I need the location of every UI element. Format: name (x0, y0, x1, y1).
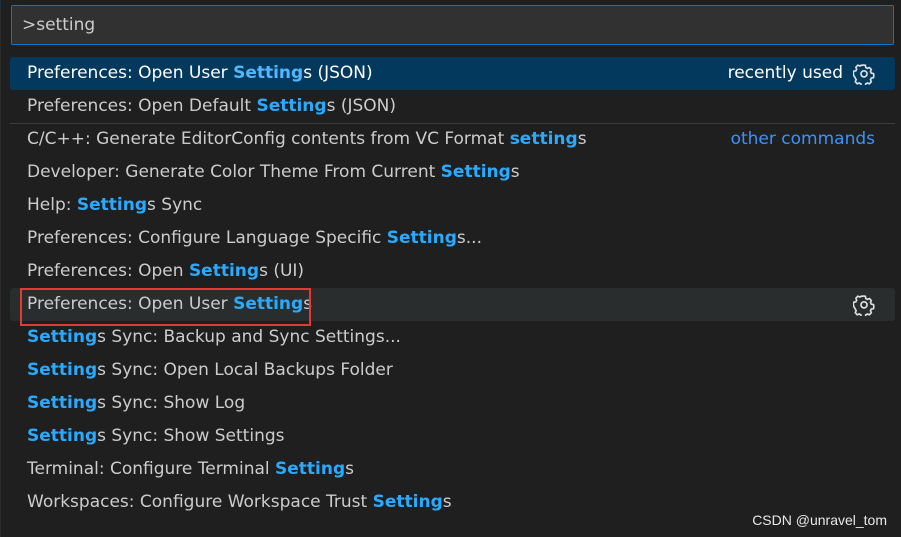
command-item[interactable]: Terminal: Configure Terminal Settings (10, 453, 895, 486)
command-label-match: Setting (233, 294, 304, 314)
command-label-suffix: s (JSON) (326, 96, 397, 116)
command-label-suffix: s Sync: Backup and Sync Settings... (97, 327, 401, 347)
command-label-match: Setting (256, 96, 327, 116)
command-label-suffix: s (442, 492, 452, 512)
command-list: Preferences: Open User Settings (JSON) re… (10, 57, 895, 519)
command-item[interactable]: Settings Sync: Open Local Backups Folder (10, 354, 895, 387)
command-label: Settings Sync: Show Log (27, 393, 245, 413)
command-label-suffix: s (577, 129, 587, 149)
command-label-prefix: Terminal: Configure Terminal (27, 459, 276, 479)
command-item[interactable]: Settings Sync: Show Settings (10, 420, 895, 453)
command-label: Terminal: Configure Terminal Settings (27, 459, 354, 479)
recently-used-label: recently used (727, 63, 843, 83)
gear-icon[interactable] (853, 63, 875, 85)
command-item[interactable]: Help: Settings Sync (10, 189, 895, 222)
command-label-suffix: s Sync: Open Local Backups Folder (97, 360, 393, 380)
command-label: Preferences: Open Default Settings (JSON… (27, 96, 396, 116)
command-item-actions: recently used (728, 57, 875, 90)
command-label-suffix: s Sync (147, 195, 203, 215)
command-label-match: Setting (372, 492, 443, 512)
command-item[interactable]: Preferences: Configure Language Specific… (10, 222, 895, 255)
other-commands-label: other commands (730, 129, 875, 149)
command-item-actions: other commands (731, 123, 875, 156)
command-label-suffix: s (510, 162, 520, 182)
command-label-match: setting (509, 129, 578, 149)
command-label: Developer: Generate Color Theme From Cur… (27, 162, 520, 182)
command-label-prefix: Developer: Generate Color Theme From Cur… (27, 162, 441, 182)
command-label: Preferences: Open Settings (UI) (27, 261, 304, 281)
command-label-prefix: Workspaces: Configure Workspace Trust (27, 492, 373, 512)
command-item[interactable]: Settings Sync: Backup and Sync Settings.… (10, 321, 895, 354)
command-label-match: Setting (275, 459, 346, 479)
command-item[interactable]: Settings Sync: Show Log (10, 387, 895, 420)
command-label: Workspaces: Configure Workspace Trust Se… (27, 492, 452, 512)
command-label-prefix: Preferences: Open Default (27, 96, 257, 116)
command-label-prefix: Preferences: Configure Language Specific (27, 228, 387, 248)
command-label-match: Setting (27, 393, 98, 413)
command-label-suffix: s Sync: Show Log (97, 393, 246, 413)
command-label-prefix: C/C++: Generate EditorConfig contents fr… (27, 129, 510, 149)
command-label-match: Setting (233, 63, 304, 83)
command-label: Settings Sync: Open Local Backups Folder (27, 360, 393, 380)
command-label: Preferences: Configure Language Specific… (27, 228, 482, 248)
command-label: Preferences: Open User Settings (27, 294, 312, 314)
command-search-box[interactable] (11, 5, 894, 45)
command-label: Settings Sync: Backup and Sync Settings.… (27, 327, 401, 347)
command-palette: Preferences: Open User Settings (JSON)re… (0, 0, 901, 537)
command-label-prefix: Help: (27, 195, 77, 215)
command-item[interactable]: Preferences: Open User Settings (JSON) re… (10, 57, 895, 90)
command-label-prefix: Preferences: Open User (27, 63, 234, 83)
command-label-match: Setting (76, 195, 148, 215)
command-label-match: Setting (188, 261, 260, 281)
gear-icon[interactable] (853, 294, 875, 316)
command-label-suffix: s (345, 459, 355, 479)
command-item-actions (853, 288, 875, 321)
command-label-match: Setting (440, 162, 511, 182)
command-label: Help: Settings Sync (27, 195, 202, 215)
command-label-match: Setting (27, 360, 98, 380)
command-item[interactable]: Preferences: Open Settings (UI) (10, 255, 895, 288)
command-label-match: Setting (27, 426, 98, 446)
command-label-suffix: s (UI) (259, 261, 305, 281)
command-label-suffix: s (JSON) (303, 63, 373, 83)
command-item[interactable]: C/C++: Generate EditorConfig contents fr… (10, 123, 895, 156)
watermark: CSDN @unravel_tom (752, 512, 887, 528)
command-label-suffix: s (303, 294, 313, 314)
command-label-suffix: s Sync: Show Settings (97, 426, 285, 446)
command-search-input[interactable] (12, 6, 893, 44)
command-label: Settings Sync: Show Settings (27, 426, 285, 446)
command-item[interactable]: Preferences: Open Default Settings (JSON… (10, 90, 895, 123)
command-item[interactable]: Preferences: Open User Settings (10, 288, 895, 326)
command-label: Preferences: Open User Settings (JSON) (27, 63, 373, 83)
command-item[interactable]: Developer: Generate Color Theme From Cur… (10, 156, 895, 189)
command-label-match: Setting (27, 327, 98, 347)
command-label: C/C++: Generate EditorConfig contents fr… (27, 129, 587, 149)
command-label-prefix: Preferences: Open User (27, 294, 234, 314)
command-label-prefix: Preferences: Open (27, 261, 189, 281)
command-label-match: Setting (386, 228, 457, 248)
command-label-suffix: s... (456, 228, 482, 248)
